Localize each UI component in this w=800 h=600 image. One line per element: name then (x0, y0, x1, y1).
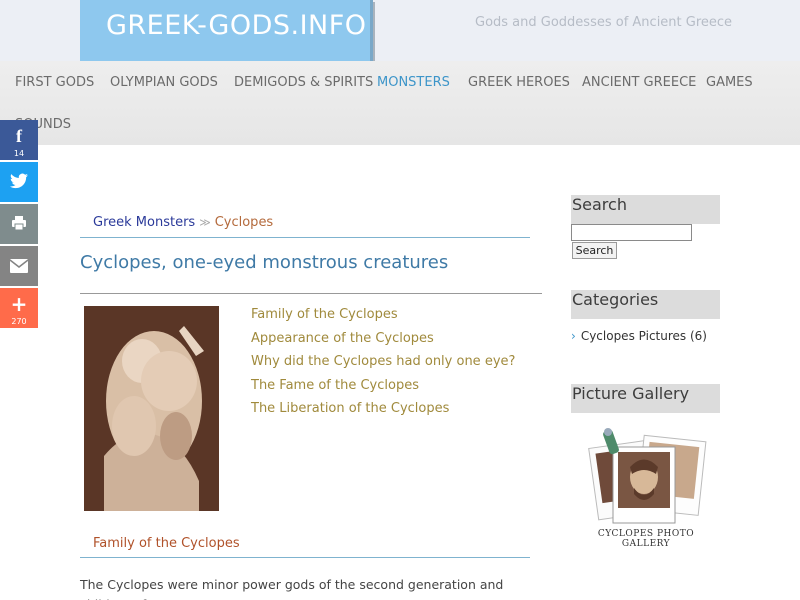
nav-item-greek-heroes[interactable]: GREEK HEROES (468, 75, 570, 90)
toc-link-family[interactable]: Family of the Cyclopes (251, 307, 515, 331)
toc-link-fame[interactable]: The Fame of the Cyclopes (251, 378, 515, 402)
breadcrumb-current[interactable]: Cyclopes (215, 215, 274, 230)
cyclops-sculpture-image (84, 306, 219, 511)
site-tagline: Gods and Goddesses of Ancient Greece (475, 15, 733, 30)
site-header: GREEK-GODS.INFO Gods and Goddesses of An… (0, 0, 800, 61)
breadcrumb-separator-icon: ≫ (199, 216, 211, 229)
breadcrumb-divider (80, 237, 530, 238)
photo-gallery-thumbnail[interactable] (578, 422, 713, 542)
section-heading-family: Family of the Cyclopes (93, 536, 240, 551)
nav-item-games[interactable]: GAMES (706, 75, 753, 90)
nav-item-demigods-spirits[interactable]: DEMIGODS & SPIRITS (234, 75, 373, 90)
search-button[interactable]: Search (572, 242, 617, 259)
article-toc: Family of the Cyclopes Appearance of the… (251, 307, 515, 425)
plus-icon: + (10, 292, 28, 316)
social-share-bar: f 14 + 270 (0, 120, 38, 330)
nav-item-monsters[interactable]: MONSTERS (377, 75, 450, 90)
twitter-share-button[interactable] (0, 162, 38, 202)
section-divider (80, 557, 530, 558)
facebook-share-button[interactable]: f 14 (0, 120, 38, 160)
toc-link-appearance[interactable]: Appearance of the Cyclopes (251, 331, 515, 355)
nav-item-first-gods[interactable]: FIRST GODS (15, 75, 94, 90)
title-divider (80, 293, 542, 294)
search-input[interactable] (571, 224, 692, 241)
sidebar-gallery-heading: Picture Gallery (571, 384, 720, 413)
facebook-icon: f (16, 126, 22, 146)
email-share-button[interactable] (0, 246, 38, 286)
gallery-caption: CYCLOPES PHOTO GALLERY (597, 529, 695, 549)
category-link-cyclopes-pictures[interactable]: › Cyclopes Pictures (6) (571, 329, 707, 343)
toc-link-liberation[interactable]: The Liberation of the Cyclopes (251, 401, 515, 425)
print-icon (0, 215, 38, 235)
category-label: Cyclopes Pictures (6) (580, 329, 707, 343)
breadcrumb-link-greek-monsters[interactable]: Greek Monsters (93, 215, 195, 230)
nav-item-ancient-greece[interactable]: ANCIENT GREECE (582, 75, 696, 90)
site-logo[interactable]: GREEK-GODS.INFO (80, 0, 373, 61)
page-title: Cyclopes, one-eyed monstrous creatures (80, 252, 449, 273)
sidebar-categories-heading: Categories (571, 290, 720, 319)
toc-link-one-eye[interactable]: Why did the Cyclopes had only one eye? (251, 354, 515, 378)
breadcrumb: Greek Monsters ≫ Cyclopes (93, 215, 273, 230)
more-share-button[interactable]: + 270 (0, 288, 38, 328)
plus-share-count: 270 (11, 317, 27, 326)
twitter-icon (0, 173, 38, 193)
nav-item-olympian-gods[interactable]: OLYMPIAN GODS (110, 75, 218, 90)
article-body-text: The Cyclopes were minor power gods of th… (80, 577, 504, 600)
main-nav: FIRST GODS OLYMPIAN GODS DEMIGODS & SPIR… (0, 61, 800, 145)
print-button[interactable] (0, 204, 38, 244)
facebook-share-count: 14 (13, 149, 25, 158)
sidebar-search-heading: Search (571, 195, 720, 224)
email-icon (0, 258, 38, 277)
chevron-right-icon: › (571, 329, 576, 343)
logo-text[interactable]: GREEK-GODS.INFO (106, 10, 367, 41)
